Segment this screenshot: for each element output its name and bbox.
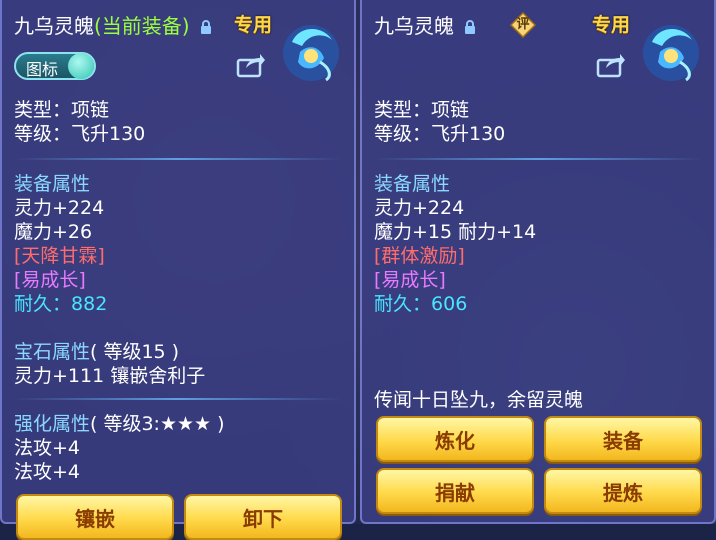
equipped-tag: (当前装备) bbox=[94, 14, 190, 38]
divider bbox=[14, 398, 342, 400]
rating-badge-icon[interactable]: 评 bbox=[509, 11, 537, 39]
rating-badge-text: 评 bbox=[516, 17, 530, 32]
exclusive-tag: 专用 bbox=[234, 14, 273, 36]
durability-value: 606 bbox=[431, 293, 468, 315]
type-line: 类型：项链 bbox=[374, 99, 470, 121]
icon-toggle[interactable]: 图标 bbox=[14, 52, 96, 80]
attr-header: 装备属性 bbox=[374, 173, 451, 195]
special-skill: [易成长] bbox=[374, 269, 446, 291]
stat-line: 魔力+15 耐力+14 bbox=[374, 221, 537, 243]
share-icon[interactable] bbox=[596, 52, 626, 78]
divider bbox=[374, 158, 702, 160]
lock-icon bbox=[200, 20, 211, 34]
stat-line: 魔力+26 bbox=[14, 221, 93, 243]
exclusive-tag: 专用 bbox=[592, 14, 631, 36]
extract-button[interactable]: 提炼 bbox=[544, 468, 702, 514]
durability-line: 耐久：606 bbox=[374, 292, 467, 316]
stat-line: 灵力+224 bbox=[14, 197, 105, 219]
lore-text: 传闻十日坠九，余留灵魄 bbox=[374, 389, 584, 411]
gem-line-header: 宝石属性( 等级15 ) bbox=[14, 340, 179, 364]
durability-label: 耐久： bbox=[374, 293, 432, 315]
special-skill: [易成长] bbox=[14, 269, 86, 291]
unequip-button[interactable]: 卸下 bbox=[184, 494, 342, 540]
level-line: 等级：飞升130 bbox=[374, 123, 506, 145]
divider bbox=[14, 158, 342, 160]
donate-button[interactable]: 捐献 bbox=[376, 468, 534, 514]
icon-toggle-label: 图标 bbox=[26, 60, 59, 79]
durability-label: 耐久： bbox=[14, 293, 72, 315]
gem-header: 宝石属性 bbox=[14, 341, 91, 363]
enhance-header: 强化属性 bbox=[14, 413, 91, 435]
durability-line: 耐久：882 bbox=[14, 292, 107, 316]
equip-button[interactable]: 装备 bbox=[544, 416, 702, 462]
level-line: 等级：飞升130 bbox=[14, 123, 146, 145]
enhance-line: 法攻+4 bbox=[14, 437, 81, 459]
gem-level: ( 等级15 ) bbox=[90, 341, 180, 363]
enhance-line-header: 强化属性( 等级3:★★★ ) bbox=[14, 412, 225, 436]
lock-icon bbox=[465, 20, 476, 34]
item-title: 九乌灵魄(当前装备) bbox=[14, 14, 212, 38]
phoenix-item-icon bbox=[643, 25, 699, 82]
special-effect: [群体激励] bbox=[374, 245, 465, 267]
type-line: 类型：项链 bbox=[14, 99, 110, 121]
compare-item-tooltip: 九乌灵魄 评 专用 类型：项链 等级：飞升130 装备属性 灵力+224 魔力+… bbox=[360, 0, 716, 524]
toggle-knob bbox=[68, 53, 94, 79]
item-title: 九乌灵魄 bbox=[374, 14, 476, 38]
refine-button[interactable]: 炼化 bbox=[376, 416, 534, 462]
item-name: 九乌灵魄 bbox=[374, 14, 454, 38]
attr-header: 装备属性 bbox=[14, 173, 91, 195]
gem-line: 灵力+111 镶嵌舍利子 bbox=[14, 365, 206, 387]
equipped-item-tooltip: 九乌灵魄(当前装备) 专用 图标 类型：项链 等级：飞升130 装备属性 灵力+… bbox=[0, 0, 356, 540]
stat-line: 灵力+224 bbox=[374, 197, 465, 219]
durability-value: 882 bbox=[71, 293, 108, 315]
enhance-line: 法攻+4 bbox=[14, 461, 81, 483]
inlay-button[interactable]: 镶嵌 bbox=[16, 494, 174, 540]
enhance-level: ( 等级3:★★★ ) bbox=[90, 413, 225, 435]
item-name: 九乌灵魄 bbox=[14, 14, 94, 38]
phoenix-item-icon bbox=[283, 25, 339, 82]
special-effect: [天降甘霖] bbox=[14, 245, 105, 267]
share-icon[interactable] bbox=[236, 52, 266, 78]
